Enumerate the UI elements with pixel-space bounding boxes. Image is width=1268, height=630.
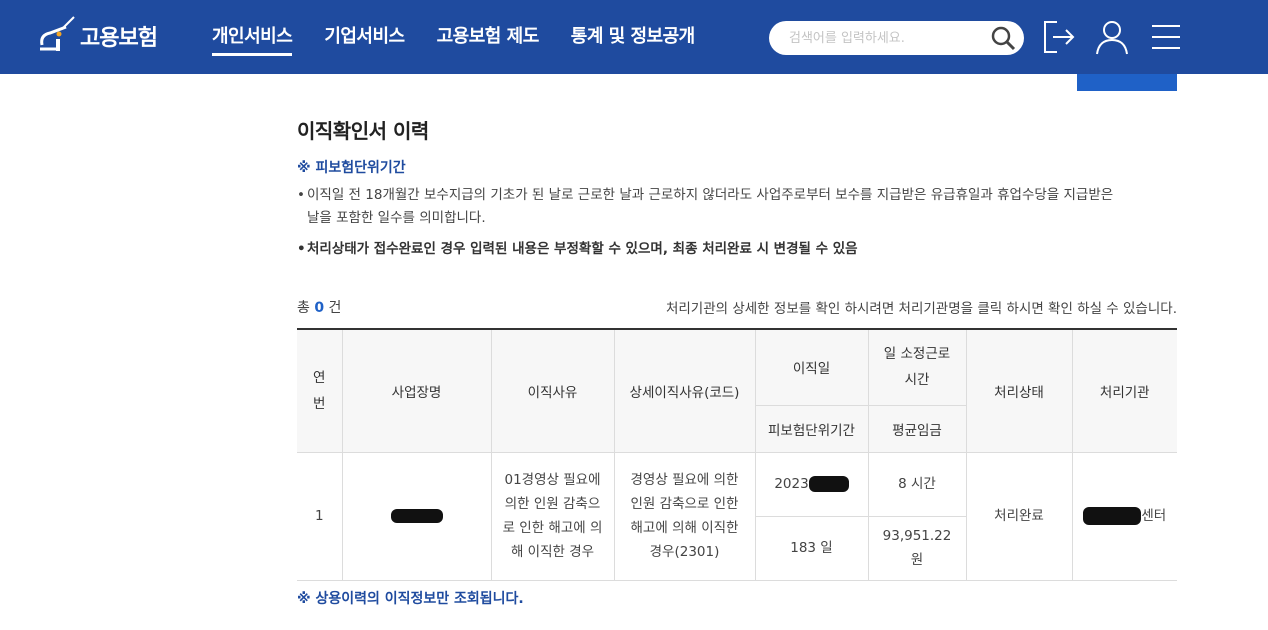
count-value: 0 <box>314 300 325 316</box>
cell-status: 처리완료 <box>965 451 1073 581</box>
col-header-detail-reason: 상세이직사유(코드) <box>613 328 756 453</box>
col-header-no: 연번 <box>297 328 343 453</box>
user-icon[interactable] <box>1094 18 1130 56</box>
bullet-status-warning: •처리상태가 접수완료인 경우 입력된 내용은 부정확할 수 있으며, 최종 처… <box>297 237 858 257</box>
col-header-reason: 이직사유 <box>490 328 615 453</box>
cell-reason: 01경영상 필요에 의한 인원 감축으로 인한 해고에 의해 이직한 경우 <box>490 451 615 581</box>
search-icon[interactable] <box>990 25 1016 51</box>
note-heading: ※ 피보험단위기간 <box>297 160 406 176</box>
col-header-leave-date: 이직일 <box>754 328 869 406</box>
cell-no: 1 <box>297 451 343 581</box>
site-logo[interactable]: 고용보험 <box>36 14 158 58</box>
footnote: ※ 상용이력의 이직정보만 조회됩니다. <box>297 591 524 607</box>
col-header-insured-period: 피보험단위기간 <box>755 404 869 453</box>
cell-avg-wage: 93,951.22 원 <box>867 515 966 581</box>
bullet-mark: • <box>297 187 305 203</box>
nav-personal-services[interactable]: 개인서비스 <box>212 0 293 74</box>
nav-statistics[interactable]: 통계 및 정보공개 <box>571 0 695 74</box>
history-table: 연번 사업장명 이직사유 상세이직사유(코드) 이직일 일 소정근로시간 처리상… <box>297 328 1177 581</box>
redacted-mask <box>390 509 443 523</box>
logout-icon[interactable] <box>1041 18 1077 56</box>
site-header: 고용보험 개인서비스 기업서비스 고용보험 제도 통계 및 정보공개 <box>0 0 1268 74</box>
nav-insurance-system[interactable]: 고용보험 제도 <box>437 0 540 74</box>
table-row: 1 01경영상 필요에 의한 인원 감축으로 인한 해고에 의해 이직한 경우 … <box>297 451 1177 581</box>
bullet-mark: • <box>297 241 306 257</box>
col-header-status: 처리상태 <box>965 328 1073 453</box>
cell-agency[interactable]: 센터 <box>1071 451 1177 581</box>
cell-insured-period: 183 일 <box>755 515 869 581</box>
logo-text: 고용보험 <box>80 26 158 51</box>
cell-leave-date: 2023 <box>754 451 869 517</box>
main-nav: 개인서비스 기업서비스 고용보험 제도 통계 및 정보공개 <box>212 0 727 74</box>
agency-hint: 처리기관의 상세한 정보를 확인 하시려면 처리기관명을 클릭 하시면 확인 하… <box>665 301 1177 317</box>
total-count: 총 0 건 <box>297 297 341 317</box>
nav-business-services[interactable]: 기업서비스 <box>324 0 405 74</box>
col-header-avg-wage: 평균임금 <box>867 404 966 453</box>
count-prefix: 총 <box>297 300 310 316</box>
bullet1-line2: 날을 포함한 일수를 의미합니다. <box>307 210 486 226</box>
bullet1-line1: 이직일 전 18개월간 보수지급의 기초가 된 날로 근로한 날과 근로하지 않… <box>307 187 1114 203</box>
bullet2-text: 처리상태가 접수완료인 경우 입력된 내용은 부정확할 수 있으며, 최종 처리… <box>307 241 858 257</box>
cell-detail-reason: 경영상 필요에 의한 인원 감축으로 인한 해고에 의해 이직한 경우(2301… <box>613 451 756 581</box>
menu-icon[interactable] <box>1148 18 1184 56</box>
col-header-agency: 처리기관 <box>1071 328 1177 453</box>
col-header-hours: 일 소정근로시간 <box>867 328 967 406</box>
col-header-company: 사업장명 <box>341 328 492 453</box>
top-action-button[interactable] <box>1077 74 1177 91</box>
logo-icon <box>40 16 75 51</box>
search-input[interactable] <box>789 28 979 48</box>
cell-company <box>341 451 492 581</box>
count-suffix: 건 <box>328 300 342 316</box>
page-title: 이직확인서 이력 <box>297 119 429 143</box>
bullet-insured-period-info: • 이직일 전 18개월간 보수지급의 기초가 된 날로 근로한 날과 근로하지 … <box>297 184 1167 230</box>
search-box <box>769 21 1024 55</box>
cell-hours: 8 시간 <box>867 451 967 517</box>
redacted-mask <box>1083 507 1142 525</box>
redacted-mask <box>808 476 849 492</box>
